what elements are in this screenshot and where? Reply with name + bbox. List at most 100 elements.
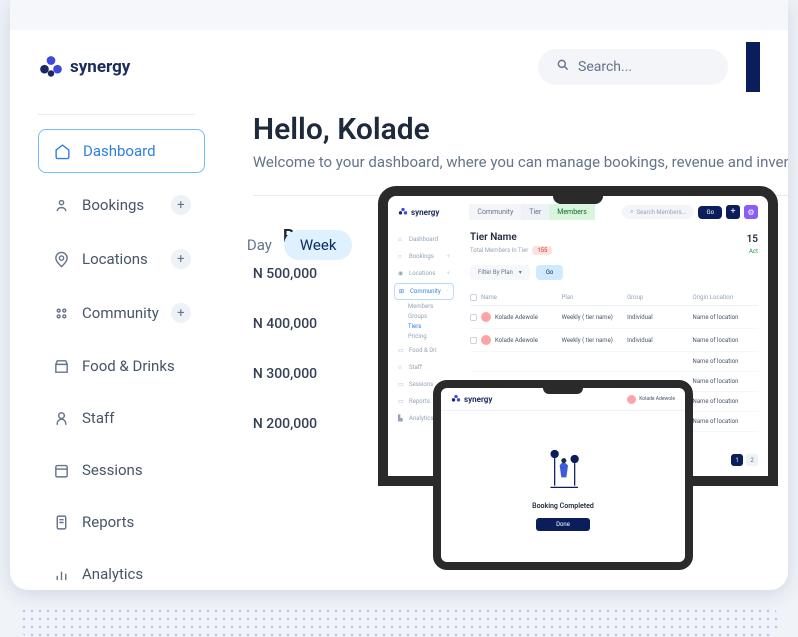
mini-search-input[interactable]: ⌕ Search Members...	[622, 205, 694, 219]
tablet-logo: synergy	[451, 394, 492, 404]
expand-icon[interactable]: +	[171, 195, 191, 215]
sidebar-item-analytics[interactable]: Analytics	[38, 553, 205, 590]
sidebar-item-sessions[interactable]: Sessions	[38, 449, 205, 491]
community-icon: ⊞	[399, 288, 406, 295]
mini-tabs: Community Tier Members	[469, 204, 594, 220]
user-icon	[52, 409, 70, 427]
calendar-icon	[52, 461, 70, 479]
sidebar-item-dashboard[interactable]: Dashboard	[38, 129, 205, 173]
pin-icon: ◉	[398, 270, 405, 277]
booking-illustration-icon	[538, 444, 588, 494]
page-title: Hello, Kolade	[253, 112, 788, 147]
mini-sub-members[interactable]: Members	[394, 303, 454, 310]
document-icon: ▭	[398, 398, 405, 405]
page-1[interactable]: 1	[731, 454, 743, 466]
sidebar-label: Analytics	[82, 565, 143, 583]
search-icon	[556, 58, 570, 76]
search-input[interactable]: Search...	[538, 49, 728, 85]
mini-go-button[interactable]: Go	[698, 206, 722, 219]
table-row[interactable]: Kolade Adewole Weekly ( tier name)Indivi…	[470, 329, 758, 352]
search-icon: ⌕	[630, 208, 633, 216]
mini-nav-community[interactable]: ⊞Community−	[394, 283, 454, 300]
mini-logo: synergy	[398, 207, 439, 217]
expand-icon[interactable]: +	[447, 270, 450, 277]
brand-logo[interactable]: synergy	[38, 54, 130, 80]
chart-icon	[52, 565, 70, 583]
range-label-day[interactable]: Day	[247, 236, 272, 254]
checkbox[interactable]	[470, 314, 477, 321]
mini-tab-members[interactable]: Members	[549, 204, 595, 220]
user-icon: ○	[398, 364, 405, 371]
mini-sub-tiers[interactable]: Tiers	[394, 323, 454, 330]
sidebar: Dashboard Bookings + Locations + Communi…	[10, 108, 223, 590]
mini-nav-bookings[interactable]: ○Bookings+	[394, 249, 454, 264]
sidebar-item-reports[interactable]: Reports	[38, 501, 205, 543]
chevron-down-icon: ▾	[519, 269, 522, 276]
page-2[interactable]: 2	[746, 454, 758, 466]
decorative-shadow	[20, 607, 778, 637]
mini-nav-locations[interactable]: ◉Locations+	[394, 266, 454, 281]
page-subtitle: Welcome to your dashboard, where you can…	[253, 153, 788, 171]
tier-count-badge: 155	[532, 246, 552, 255]
table-row[interactable]: Kolade Adewole Weekly ( tier name)Indivi…	[470, 306, 758, 329]
corner-status: Act	[749, 248, 758, 255]
checkbox[interactable]	[470, 337, 477, 344]
sidebar-item-community[interactable]: Community +	[38, 291, 205, 335]
avatar	[481, 335, 491, 345]
mini-sub-groups[interactable]: Groups	[394, 313, 454, 320]
settings-button[interactable]: ⚙	[744, 205, 758, 219]
mini-nav-staff[interactable]: ○Staff	[394, 360, 454, 375]
calendar-icon: ▭	[398, 381, 405, 388]
tier-title: Tier Name	[470, 232, 758, 243]
expand-icon[interactable]: +	[447, 253, 450, 260]
store-icon: ▭	[398, 347, 405, 354]
sidebar-label: Locations	[82, 250, 148, 268]
filter-dropdown[interactable]: Filter By Plan ▾	[470, 265, 530, 280]
filter-go-button[interactable]: Go	[536, 265, 564, 280]
tablet-user[interactable]: Kolade Adewole	[627, 395, 675, 404]
checkbox[interactable]	[470, 294, 477, 301]
person-icon	[52, 196, 70, 214]
search-submit-button[interactable]	[746, 42, 760, 92]
person-icon: ○	[398, 253, 405, 260]
expand-icon[interactable]: +	[171, 303, 191, 323]
store-icon	[52, 357, 70, 375]
community-icon	[52, 304, 70, 322]
mini-tab-tier[interactable]: Tier	[521, 204, 549, 220]
window-topbar	[10, 0, 788, 30]
mini-nav-food[interactable]: ▭Food & Dri	[394, 343, 454, 358]
sidebar-item-locations[interactable]: Locations +	[38, 237, 205, 281]
tablet-mockup: synergy Kolade Adewole Booking Completed…	[433, 380, 703, 590]
sidebar-label: Bookings	[82, 196, 144, 214]
avatar	[627, 395, 636, 404]
document-icon	[52, 513, 70, 531]
pin-icon	[52, 250, 70, 268]
sidebar-label: Food & Drinks	[82, 357, 175, 375]
booking-complete-label: Booking Completed	[532, 502, 594, 510]
collapse-icon[interactable]: −	[446, 288, 449, 295]
home-icon	[53, 142, 71, 160]
mini-sub-pricing[interactable]: Pricing	[394, 333, 454, 340]
sidebar-item-food[interactable]: Food & Drinks	[38, 345, 205, 387]
table-row[interactable]: Name of location	[470, 352, 758, 372]
sidebar-label: Staff	[82, 409, 114, 427]
expand-icon[interactable]: +	[171, 249, 191, 269]
tier-sub-label: Total Members In Tier	[470, 247, 528, 254]
header: synergy Search...	[10, 30, 788, 108]
chart-range-tabs: Day Week	[247, 230, 353, 260]
logo-mark-icon	[38, 54, 64, 80]
mini-tab-community[interactable]: Community	[469, 204, 521, 220]
sidebar-item-bookings[interactable]: Bookings +	[38, 183, 205, 227]
pagination: 1 2	[731, 454, 758, 466]
home-icon: ⌂	[398, 236, 405, 243]
done-button[interactable]: Done	[536, 518, 590, 531]
range-tab-week[interactable]: Week	[284, 230, 353, 260]
app-window: synergy Search... Dashboard Bookings +	[10, 0, 788, 590]
search-placeholder: Search...	[578, 59, 632, 75]
sidebar-label: Reports	[82, 513, 134, 531]
sidebar-item-staff[interactable]: Staff	[38, 397, 205, 439]
sidebar-label: Dashboard	[83, 142, 156, 160]
brand-name: synergy	[70, 57, 130, 77]
mini-nav-dashboard[interactable]: ⌂Dashboard	[394, 232, 454, 247]
add-button[interactable]: +	[726, 205, 740, 219]
